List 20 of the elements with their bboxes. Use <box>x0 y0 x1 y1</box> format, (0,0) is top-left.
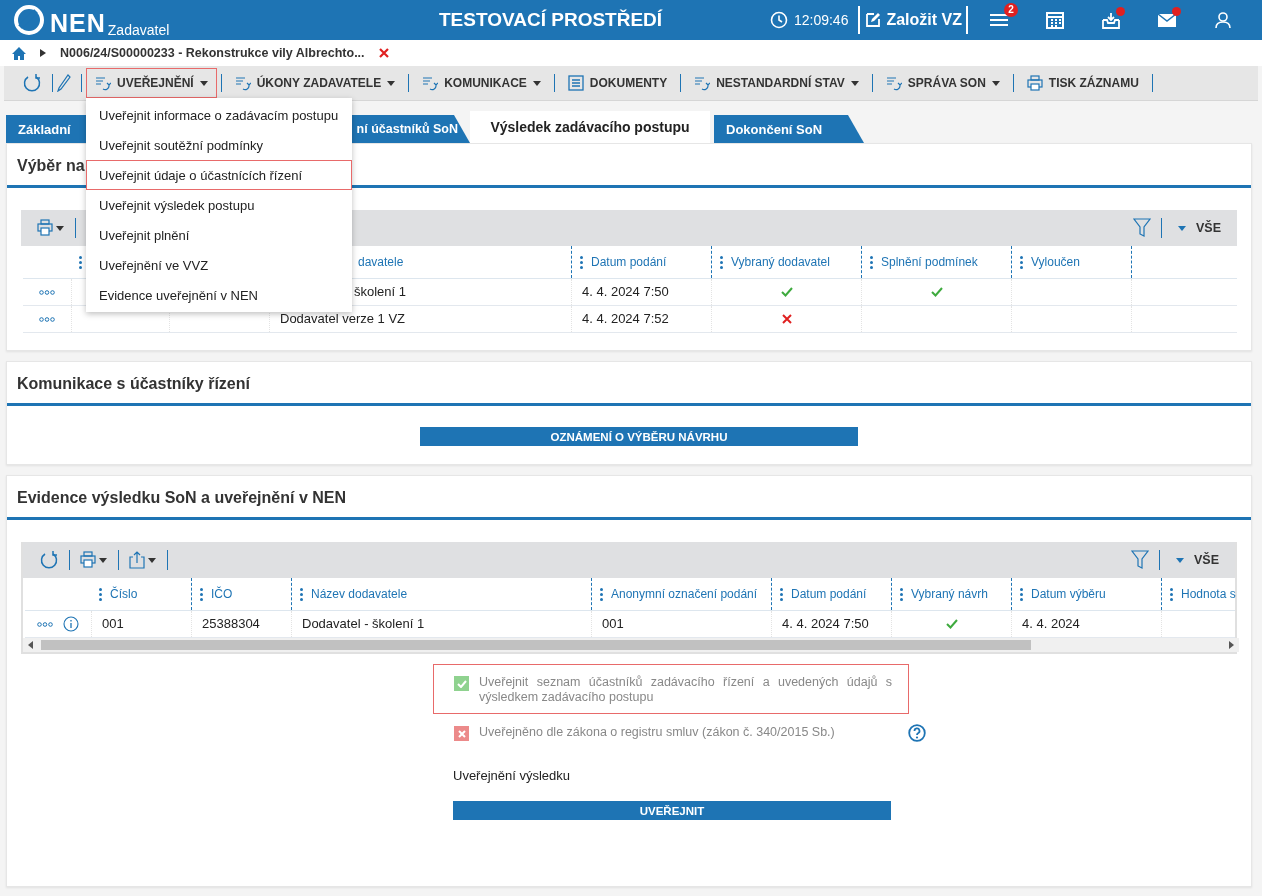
logo-subtitle: Zadavatel <box>107 22 170 38</box>
logo-text: NEN <box>50 8 106 38</box>
result-label: Uveřejnění výsledku <box>453 768 571 783</box>
environment-title: TESTOVACÍ PROSTŘEDÍ <box>438 9 664 31</box>
table-cell: 4. 4. 2024 7:52 <box>582 311 669 327</box>
table-cell: 001 <box>102 616 124 632</box>
option-label: Uveřejněno dle zákona o registru smluv (zákon č. 340/2015 Sb.) <box>479 725 835 740</box>
section-title: Evidence výsledku SoN a uveřejnění v NEN <box>7 476 1251 520</box>
table-cell: 25388304 <box>202 616 260 632</box>
notification-badge: 2 <box>1004 3 1018 17</box>
table-cell: 4. 4. 2024 <box>1022 616 1080 632</box>
table-cell: 001 <box>602 616 624 632</box>
table-cell: 4. 4. 2024 7:50 <box>782 616 869 632</box>
table-cell: Dodavatel - školení 1 <box>302 616 425 632</box>
table-cell: 4. 4. 2024 7:50 <box>582 284 669 300</box>
table-cell: školení 1 <box>354 284 407 300</box>
table-cell: Dodavatel verze 1 VZ <box>280 311 405 327</box>
option-label: Uveřejnit seznam účastníků zadávacího řízení a uvedených údajů s výsledkem zadávacího postupu <box>479 675 892 705</box>
clock-time: 12:09:46 <box>793 12 849 28</box>
section-title: Komunikace s účastníky řízení <box>7 362 1251 406</box>
